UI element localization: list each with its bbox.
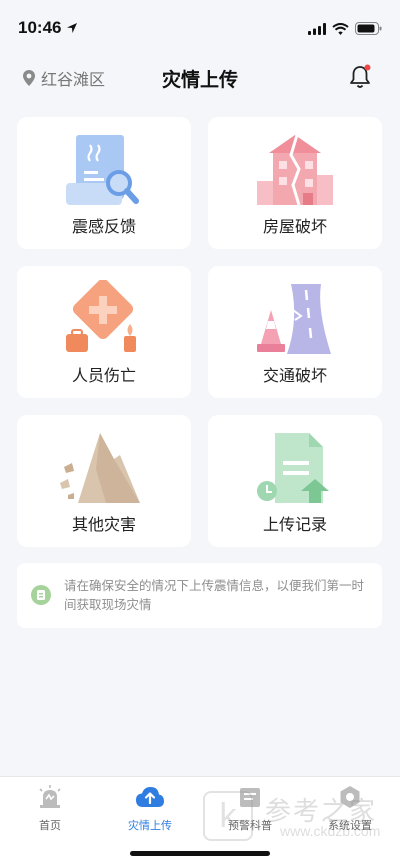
card-label: 震感反馈 — [71, 217, 136, 236]
page-title: 灾情上传 — [161, 69, 238, 91]
card-house-damage[interactable]: 房屋破坏 — [208, 117, 382, 249]
card-label: 上传记录 — [262, 515, 327, 534]
tab-label: 系统设置 — [328, 819, 372, 832]
notice-icon — [31, 585, 51, 605]
warning-book-icon — [240, 788, 260, 807]
status-bar: 10:46 — [0, 0, 400, 54]
card-label: 交通破坏 — [262, 366, 327, 385]
signal-icon — [308, 22, 326, 35]
card-traffic-damage[interactable]: 交通破坏 — [208, 266, 382, 398]
document-magnifier-icon — [66, 135, 139, 205]
cracked-building-icon — [257, 134, 333, 206]
battery-icon — [355, 22, 382, 35]
cloud-upload-icon — [136, 787, 164, 807]
upload-record-icon — [257, 433, 329, 503]
notification-bell-icon[interactable] — [348, 64, 372, 90]
tab-label: 预警科普 — [228, 819, 272, 832]
tab-warning-science[interactable]: 预警科普 — [200, 785, 300, 833]
tab-disaster-upload[interactable]: 灾情上传 — [100, 785, 200, 833]
card-felt-report[interactable]: 震感反馈 — [17, 117, 191, 249]
alarm-light-icon — [39, 785, 61, 808]
home-indicator — [130, 851, 270, 856]
damaged-road-icon — [257, 284, 331, 354]
tab-label: 首页 — [39, 819, 61, 832]
card-upload-records[interactable]: 上传记录 — [208, 415, 382, 547]
tab-home[interactable]: 首页 — [0, 785, 100, 833]
card-label: 其他灾害 — [71, 515, 136, 534]
wifi-icon — [332, 22, 349, 35]
medical-cross-icon — [66, 280, 136, 352]
tab-label: 灾情上传 — [128, 819, 172, 832]
card-other-disasters[interactable]: 其他灾害 — [17, 415, 191, 547]
card-label: 房屋破坏 — [262, 217, 327, 236]
safety-notice: 请在确保安全的情况下上传震情信息，以便我们第一时间获取现场灾情 — [17, 563, 382, 628]
notice-text: 请在确保安全的情况下上传震情信息，以便我们第一时间获取现场灾情 — [64, 578, 365, 612]
status-time: 10:46 — [18, 18, 62, 37]
settings-icon — [340, 786, 360, 808]
bell-badge-dot — [364, 64, 371, 71]
card-label: 人员伤亡 — [71, 366, 136, 385]
landslide-icon — [60, 433, 140, 503]
tab-system-settings[interactable]: 系统设置 — [300, 785, 400, 833]
location-arrow-icon — [67, 23, 77, 33]
app-header: 红谷滩区 灾情上传 — [0, 54, 400, 102]
card-casualties[interactable]: 人员伤亡 — [17, 266, 191, 398]
